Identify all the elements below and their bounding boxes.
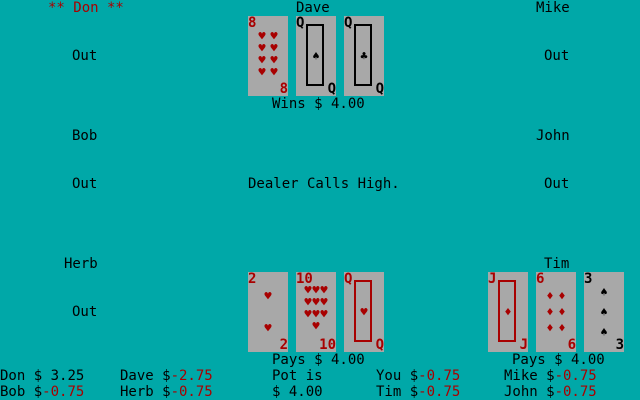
score-bob: Bob $-0.75 [0, 384, 85, 400]
card-6-of-diamonds: 6 6 ♦ ♦ ♦ ♦ ♦ ♦ [536, 272, 576, 352]
card-rank: J [519, 337, 528, 353]
score-john: John $-0.75 [504, 384, 597, 400]
pot-amount: $ 4.00 [272, 384, 323, 400]
card-rank: Q [344, 15, 353, 31]
heart-icon: ♥ [264, 321, 272, 335]
score-mike: Mike $-0.75 [504, 368, 597, 384]
card-rank: Q [375, 81, 384, 97]
club-icon: ♣ [360, 49, 368, 63]
diamond-icon: ♦ [546, 305, 554, 319]
score-don: Don $ 3.25 [0, 368, 85, 384]
heart-icon: ♥ [312, 318, 320, 333]
diamond-icon: ♦ [546, 321, 554, 335]
card-2-of-hearts: 2 2 ♥ ♥ [248, 272, 288, 352]
card-rank: 8 [279, 81, 288, 97]
player-name-bob: Bob [72, 128, 98, 144]
pot-label: Pot is [272, 368, 323, 384]
player-name-mike: Mike [536, 0, 570, 16]
heart-icon: ♥ [320, 306, 328, 321]
player-name-dave: Dave [296, 0, 330, 16]
heart-icon: ♥ [258, 65, 266, 79]
player-status-mike: Out [544, 48, 570, 64]
spade-icon: ♠ [600, 325, 608, 339]
heart-icon: ♥ [270, 65, 278, 79]
player-name-tim: Tim [544, 256, 570, 272]
heart-icon: ♥ [320, 282, 328, 297]
player-status-herb: Out [72, 304, 98, 320]
card-J-of-diamonds: J J ♦ [488, 272, 528, 352]
player-status-bob: Out [72, 176, 98, 192]
card-rank: Q [375, 337, 384, 353]
card-rank: 2 [248, 271, 257, 287]
score-dave: Dave $-2.75 [120, 368, 213, 384]
result-you: Pays $ 4.00 [272, 352, 365, 368]
player-name-don: ** Don ** [48, 0, 124, 16]
card-8-of-hearts: 8 8 ♥ ♥ ♥ ♥ ♥ ♥ ♥ ♥ [248, 16, 288, 96]
card-rank: Q [344, 271, 353, 287]
card-rank: 2 [279, 337, 288, 353]
card-Q-of-hearts: Q Q ♥ [344, 272, 384, 352]
card-3-of-spades: 3 3 ♠ ♠ ♠ [584, 272, 624, 352]
card-rank: Q [296, 15, 305, 31]
score-you: You $-0.75 [376, 368, 461, 384]
heart-icon: ♥ [264, 289, 272, 303]
card-rank: 6 [536, 271, 545, 287]
result-dave: Wins $ 4.00 [272, 96, 365, 112]
spade-icon: ♠ [312, 49, 320, 63]
card-Q-of-clubs: Q Q ♣ [344, 16, 384, 96]
diamond-icon: ♦ [558, 289, 566, 303]
player-status-john: Out [544, 176, 570, 192]
center-message: Dealer Calls High. [248, 176, 400, 192]
card-Q-of-spades: Q Q ♠ [296, 16, 336, 96]
card-rank: Q [327, 81, 336, 97]
result-tim: Pays $ 4.00 [512, 352, 605, 368]
player-status-don: Out [72, 48, 98, 64]
heart-icon: ♥ [360, 305, 368, 319]
heart-icon: ♥ [320, 294, 328, 309]
card-rank: 10 [319, 337, 336, 353]
card-rank: 3 [615, 337, 624, 353]
spade-icon: ♠ [600, 285, 608, 299]
diamond-icon: ♦ [558, 321, 566, 335]
spade-icon: ♠ [600, 305, 608, 319]
player-name-john: John [536, 128, 570, 144]
card-rank: 6 [567, 337, 576, 353]
card-rank: J [488, 271, 497, 287]
card-rank: 8 [248, 15, 257, 31]
card-10-of-hearts: 10 10 ♥ ♥ ♥ ♥ ♥ ♥ ♥ ♥ ♥ ♥ [296, 272, 336, 352]
player-name-herb: Herb [64, 256, 98, 272]
card-rank: 3 [584, 271, 593, 287]
score-tim: Tim $-0.75 [376, 384, 461, 400]
diamond-icon: ♦ [504, 305, 512, 319]
diamond-icon: ♦ [558, 305, 566, 319]
diamond-icon: ♦ [546, 289, 554, 303]
score-herb: Herb $-0.75 [120, 384, 213, 400]
